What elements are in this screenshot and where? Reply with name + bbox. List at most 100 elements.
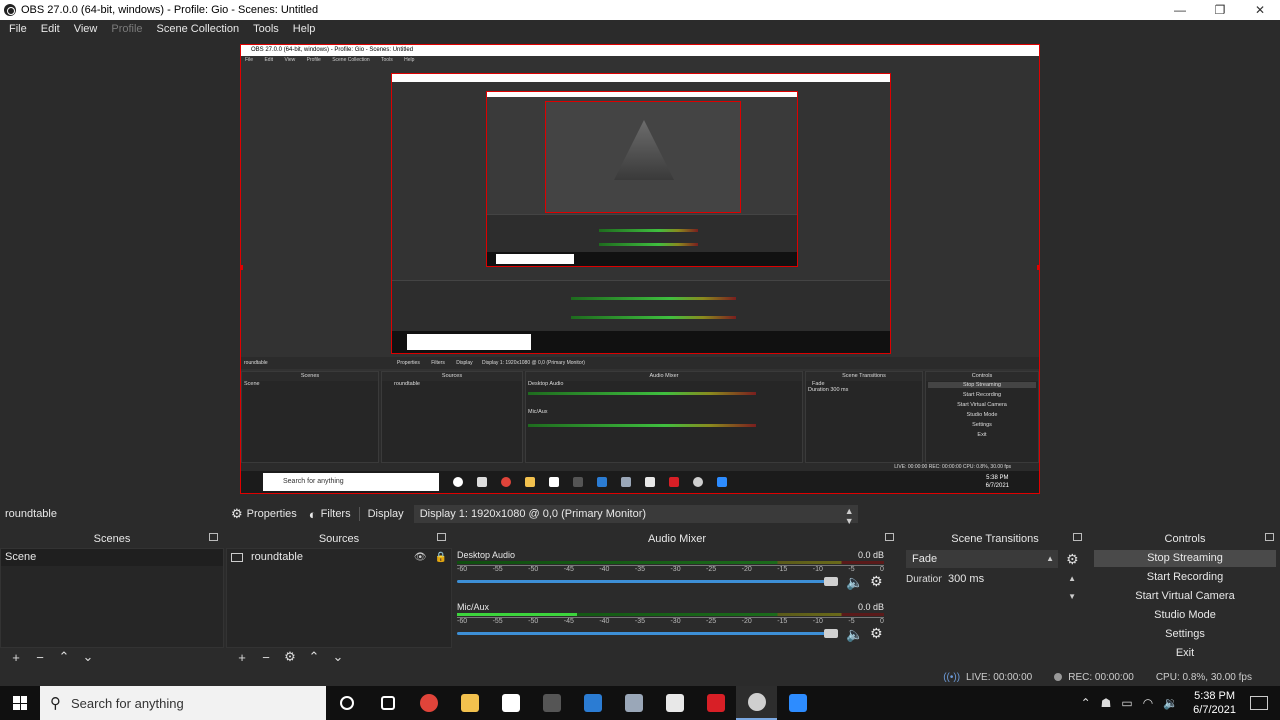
clock-time: 5:38 PM <box>1194 690 1236 702</box>
properties-button[interactable]: ⚙ Properties <box>225 506 303 522</box>
undock-icon[interactable] <box>885 533 894 541</box>
scenes-list[interactable]: Scene <box>0 548 224 648</box>
transitions-header: Scene Transitions <box>951 532 1039 545</box>
add-scene-icon[interactable]: + <box>4 650 28 665</box>
menu-profile[interactable]: Profile <box>104 23 149 35</box>
store-icon[interactable] <box>490 686 531 720</box>
battery-icon[interactable]: ▭ <box>1121 696 1132 710</box>
menu-edit[interactable]: Edit <box>34 23 67 35</box>
captured-control: Settings <box>972 422 992 428</box>
chrome-icon[interactable] <box>408 686 449 720</box>
start-virtual-camera-button[interactable]: Start Virtual Camera <box>1094 588 1276 605</box>
duration-label: Duration <box>906 573 944 585</box>
menu-view[interactable]: View <box>67 23 105 35</box>
volume-slider[interactable] <box>457 632 829 635</box>
move-down-icon[interactable]: ⌄ <box>326 649 350 665</box>
spin-arrows-icon[interactable]: ▲ ▼ <box>1068 570 1076 606</box>
taskbar-search[interactable]: ⚲ Search for anything <box>40 686 326 720</box>
camera-glyph <box>624 694 643 712</box>
undock-icon[interactable] <box>437 533 446 541</box>
remove-scene-icon[interactable]: − <box>28 650 52 665</box>
speaker-icon[interactable]: 🔈 <box>846 626 863 643</box>
security-icon[interactable]: ☗ <box>1101 696 1112 710</box>
captured-transitions-header: Scene Transitions <box>806 372 922 381</box>
onenote-icon[interactable] <box>531 686 572 720</box>
recursive-capture-level-2 <box>486 91 798 267</box>
calculator-icon[interactable] <box>654 686 695 720</box>
resize-handle[interactable] <box>241 265 243 270</box>
settings-button[interactable]: Settings <box>1094 626 1276 643</box>
studio-mode-button[interactable]: Studio Mode <box>1094 607 1276 624</box>
mixer-header: Audio Mixer <box>647 532 707 545</box>
add-source-icon[interactable]: + <box>230 650 254 665</box>
move-up-icon[interactable]: ⌃ <box>52 649 76 665</box>
exit-button[interactable]: Exit <box>1094 645 1276 662</box>
remove-source-icon[interactable]: − <box>254 650 278 665</box>
captured-menu-bar: File Edit View Profile Scene Collection … <box>241 56 1039 65</box>
move-up-icon[interactable]: ⌃ <box>302 649 326 665</box>
resize-handle[interactable] <box>1037 265 1039 270</box>
filters-button[interactable]: ◐ Filters <box>303 507 357 522</box>
gear-icon[interactable]: ⚙ <box>1066 551 1079 568</box>
minimize-button[interactable]: — <box>1160 0 1200 20</box>
captured-duration: 300 ms <box>830 387 849 393</box>
meter-tick-label: -15 <box>777 618 788 625</box>
meter-tick-label: -50 <box>528 618 539 625</box>
gear-icon[interactable]: ⚙ <box>870 625 883 642</box>
zoom-icon[interactable] <box>777 686 818 720</box>
scene-item[interactable]: Scene <box>1 549 223 566</box>
captured-source-toolbar: roundtable Properties Filters Display Di… <box>241 357 1039 369</box>
camera-icon[interactable] <box>613 686 654 720</box>
record-dot-icon <box>1054 673 1063 681</box>
close-button[interactable]: ✕ <box>1240 0 1280 20</box>
speaker-icon[interactable]: 🔈 <box>846 574 863 591</box>
menu-tools[interactable]: Tools <box>246 23 286 35</box>
cortana-icon[interactable] <box>326 686 367 720</box>
display-select-value: Display 1: 1920x1080 @ 0,0 (Primary Moni… <box>419 508 647 520</box>
transition-select[interactable]: Fade ▲▼ <box>906 550 1058 581</box>
move-down-icon[interactable]: ⌄ <box>76 649 100 665</box>
chevron-up-icon[interactable]: ⌃ <box>1081 696 1091 710</box>
duration-spinbox[interactable]: 300 ms ▲ ▼ <box>942 570 1076 601</box>
volume-icon[interactable]: 🔉 <box>1163 696 1178 710</box>
source-item[interactable]: roundtable 👁 🔒 <box>227 549 451 566</box>
notification-icon[interactable] <box>1250 696 1268 710</box>
start-button[interactable] <box>0 686 40 720</box>
source-settings-icon[interactable]: ⚙ <box>278 649 302 665</box>
audio-channel: Desktop Audio 0.0 dB -60 -55 -50 -45 -40 -35 -… <box>454 550 900 602</box>
file-explorer-icon[interactable] <box>449 686 490 720</box>
undock-icon[interactable] <box>1265 533 1274 541</box>
meter-tick-label: -35 <box>634 618 646 625</box>
undock-icon[interactable] <box>209 533 218 541</box>
start-recording-button[interactable]: Start Recording <box>1094 569 1276 586</box>
gear-icon[interactable]: ⚙ <box>870 573 883 590</box>
netflix-icon[interactable] <box>695 686 736 720</box>
task-view-icon[interactable] <box>367 686 408 720</box>
stop-streaming-button[interactable]: Stop Streaming <box>1094 550 1276 567</box>
wifi-icon[interactable]: ◠ <box>1143 696 1153 710</box>
menu-file[interactable]: File <box>2 23 34 35</box>
lock-icon[interactable]: 🔒 <box>435 549 447 566</box>
obs-glyph <box>747 693 766 711</box>
display-select[interactable]: Display 1: 1920x1080 @ 0,0 (Primary Moni… <box>413 505 858 526</box>
menu-bar: File Edit View Profile Scene Collection … <box>0 20 1280 38</box>
captured-menu-item: View <box>284 57 296 63</box>
gear-icon: ⚙ <box>231 506 243 521</box>
sources-list[interactable]: roundtable 👁 🔒 <box>226 548 452 648</box>
mail-icon[interactable] <box>572 686 613 720</box>
volume-slider-handle[interactable] <box>824 629 838 638</box>
obs-icon[interactable] <box>736 686 777 720</box>
undock-icon[interactable] <box>1073 533 1082 541</box>
taskbar-clock[interactable]: 5:38 PM 6/7/2021 <box>1193 689 1236 717</box>
chrome-glyph <box>419 694 438 712</box>
preview-canvas[interactable]: OBS 27.0.0 (64-bit, windows) - Profile: … <box>240 44 1040 494</box>
display-label: Display <box>367 508 404 520</box>
menu-scene-collection[interactable]: Scene Collection <box>150 23 247 35</box>
volume-slider-handle[interactable] <box>824 577 838 586</box>
volume-slider[interactable] <box>457 580 829 583</box>
selected-source-name: roundtable <box>5 508 57 520</box>
menu-help[interactable]: Help <box>286 23 323 35</box>
maximize-button[interactable]: ❐ <box>1200 0 1240 20</box>
captured-source-name: roundtable <box>244 360 268 366</box>
eye-icon[interactable]: 👁 <box>414 549 427 566</box>
